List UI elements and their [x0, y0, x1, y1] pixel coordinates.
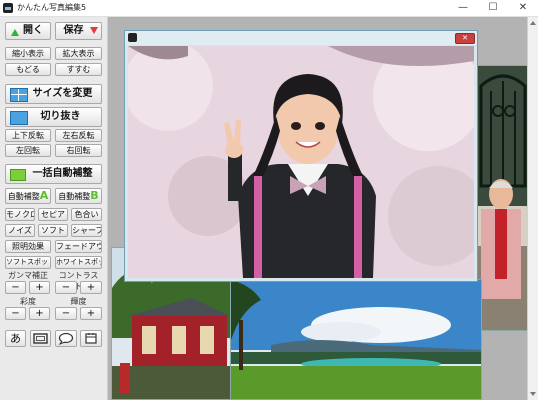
sharp-button[interactable]: シャープ: [71, 224, 102, 237]
brightness-minus-button[interactable]: −: [55, 307, 77, 320]
save-label: 保存: [63, 25, 84, 36]
lighting-effect-button[interactable]: 照明効果: [5, 240, 51, 253]
gamma-minus-button[interactable]: −: [5, 281, 26, 294]
whitespot-button[interactable]: ホワイトスポット: [55, 256, 102, 269]
saturation-minus-button[interactable]: −: [5, 307, 26, 320]
redo-button[interactable]: すすむ: [55, 63, 102, 76]
gamma-label: ガンマ補正: [8, 271, 48, 280]
auto-correct-b-button[interactable]: 自動補整B: [55, 188, 102, 204]
auto-correct-icon: [10, 169, 26, 181]
text-tool-button[interactable]: あ: [5, 330, 26, 347]
resize-button[interactable]: サイズを変更: [5, 84, 102, 104]
crop-icon: [10, 111, 28, 125]
auto-correct-a-label: 自動補整: [7, 192, 40, 201]
save-button[interactable]: 保存: [55, 22, 102, 40]
vertical-scrollbar[interactable]: [527, 17, 538, 400]
soft-button[interactable]: ソフト: [38, 224, 68, 237]
minimize-button[interactable]: —: [448, 0, 478, 16]
crop-button[interactable]: 切り抜き: [5, 107, 102, 127]
up-arrow-icon: [11, 29, 19, 36]
photo-window-girl[interactable]: ✕: [124, 30, 478, 282]
window-title: かんたん写真編集5: [17, 3, 87, 12]
photo-window-titlebar: ✕: [125, 31, 477, 45]
calendar-icon: [85, 333, 97, 344]
calendar-button[interactable]: [80, 330, 102, 347]
brightness-label: 輝度: [70, 297, 87, 306]
frame-icon: [33, 333, 48, 344]
down-arrow-icon: [90, 27, 98, 34]
maximize-button[interactable]: ☐: [478, 0, 508, 16]
open-button[interactable]: 開く: [5, 22, 51, 40]
tint-button[interactable]: 色合い: [71, 208, 102, 221]
frame-button[interactable]: [30, 330, 51, 347]
auto-correct-all-label: 一括自動補整: [32, 168, 93, 179]
zoom-out-button[interactable]: 縮小表示: [5, 47, 51, 60]
sepia-button[interactable]: セピア: [38, 208, 68, 221]
saturation-label: 彩度: [20, 297, 36, 306]
app-icon: [3, 3, 13, 13]
workspace[interactable]: ✕: [108, 17, 530, 400]
crop-label: 切り抜き: [40, 111, 81, 122]
auto-correct-all-button[interactable]: 一括自動補整: [5, 164, 102, 184]
saturation-plus-button[interactable]: +: [29, 307, 50, 320]
tool-panel: 開く 保存 縮小表示 拡大表示 もどる すすむ サイズを変更 切り抜き 上下反転…: [0, 17, 108, 400]
close-button[interactable]: ✕: [508, 0, 538, 16]
letter-a: A: [39, 189, 49, 202]
brightness-plus-button[interactable]: +: [80, 307, 102, 320]
undo-button[interactable]: もどる: [5, 63, 51, 76]
letter-b: B: [90, 189, 99, 202]
monochrome-button[interactable]: モノクロ: [5, 208, 35, 221]
photo-window-close-button[interactable]: ✕: [455, 33, 475, 44]
speech-balloon-icon: [58, 332, 74, 346]
zoom-in-button[interactable]: 拡大表示: [55, 47, 102, 60]
resize-label: サイズを変更: [32, 88, 93, 99]
noise-button[interactable]: ノイズ: [5, 224, 35, 237]
flip-horizontal-button[interactable]: 左右反転: [55, 129, 102, 142]
softspot-button[interactable]: ソフトスポット: [5, 256, 51, 269]
speech-balloon-button[interactable]: [55, 330, 77, 347]
gamma-plus-button[interactable]: +: [29, 281, 50, 294]
photo-window-icon: [128, 33, 137, 42]
auto-correct-b-label: 自動補整: [58, 192, 91, 201]
resize-icon: [10, 88, 28, 102]
scroll-down-icon[interactable]: [530, 392, 536, 396]
scroll-up-icon[interactable]: [530, 21, 536, 25]
fadeout-button[interactable]: フェードアウト: [55, 240, 102, 253]
auto-correct-a-button[interactable]: 自動補整A: [5, 188, 51, 204]
photo-girl-image: [128, 46, 474, 278]
rotate-left-button[interactable]: 左回転: [5, 144, 51, 157]
contrast-plus-button[interactable]: +: [80, 281, 102, 294]
title-bar: かんたん写真編集5 — ☐ ✕: [0, 0, 538, 17]
rotate-right-button[interactable]: 右回転: [55, 144, 102, 157]
photo-lake[interactable]: [230, 279, 482, 400]
flip-vertical-button[interactable]: 上下反転: [5, 129, 51, 142]
photo-lake-image: [231, 280, 481, 399]
contrast-minus-button[interactable]: −: [55, 281, 77, 294]
open-label: 開く: [23, 25, 43, 36]
